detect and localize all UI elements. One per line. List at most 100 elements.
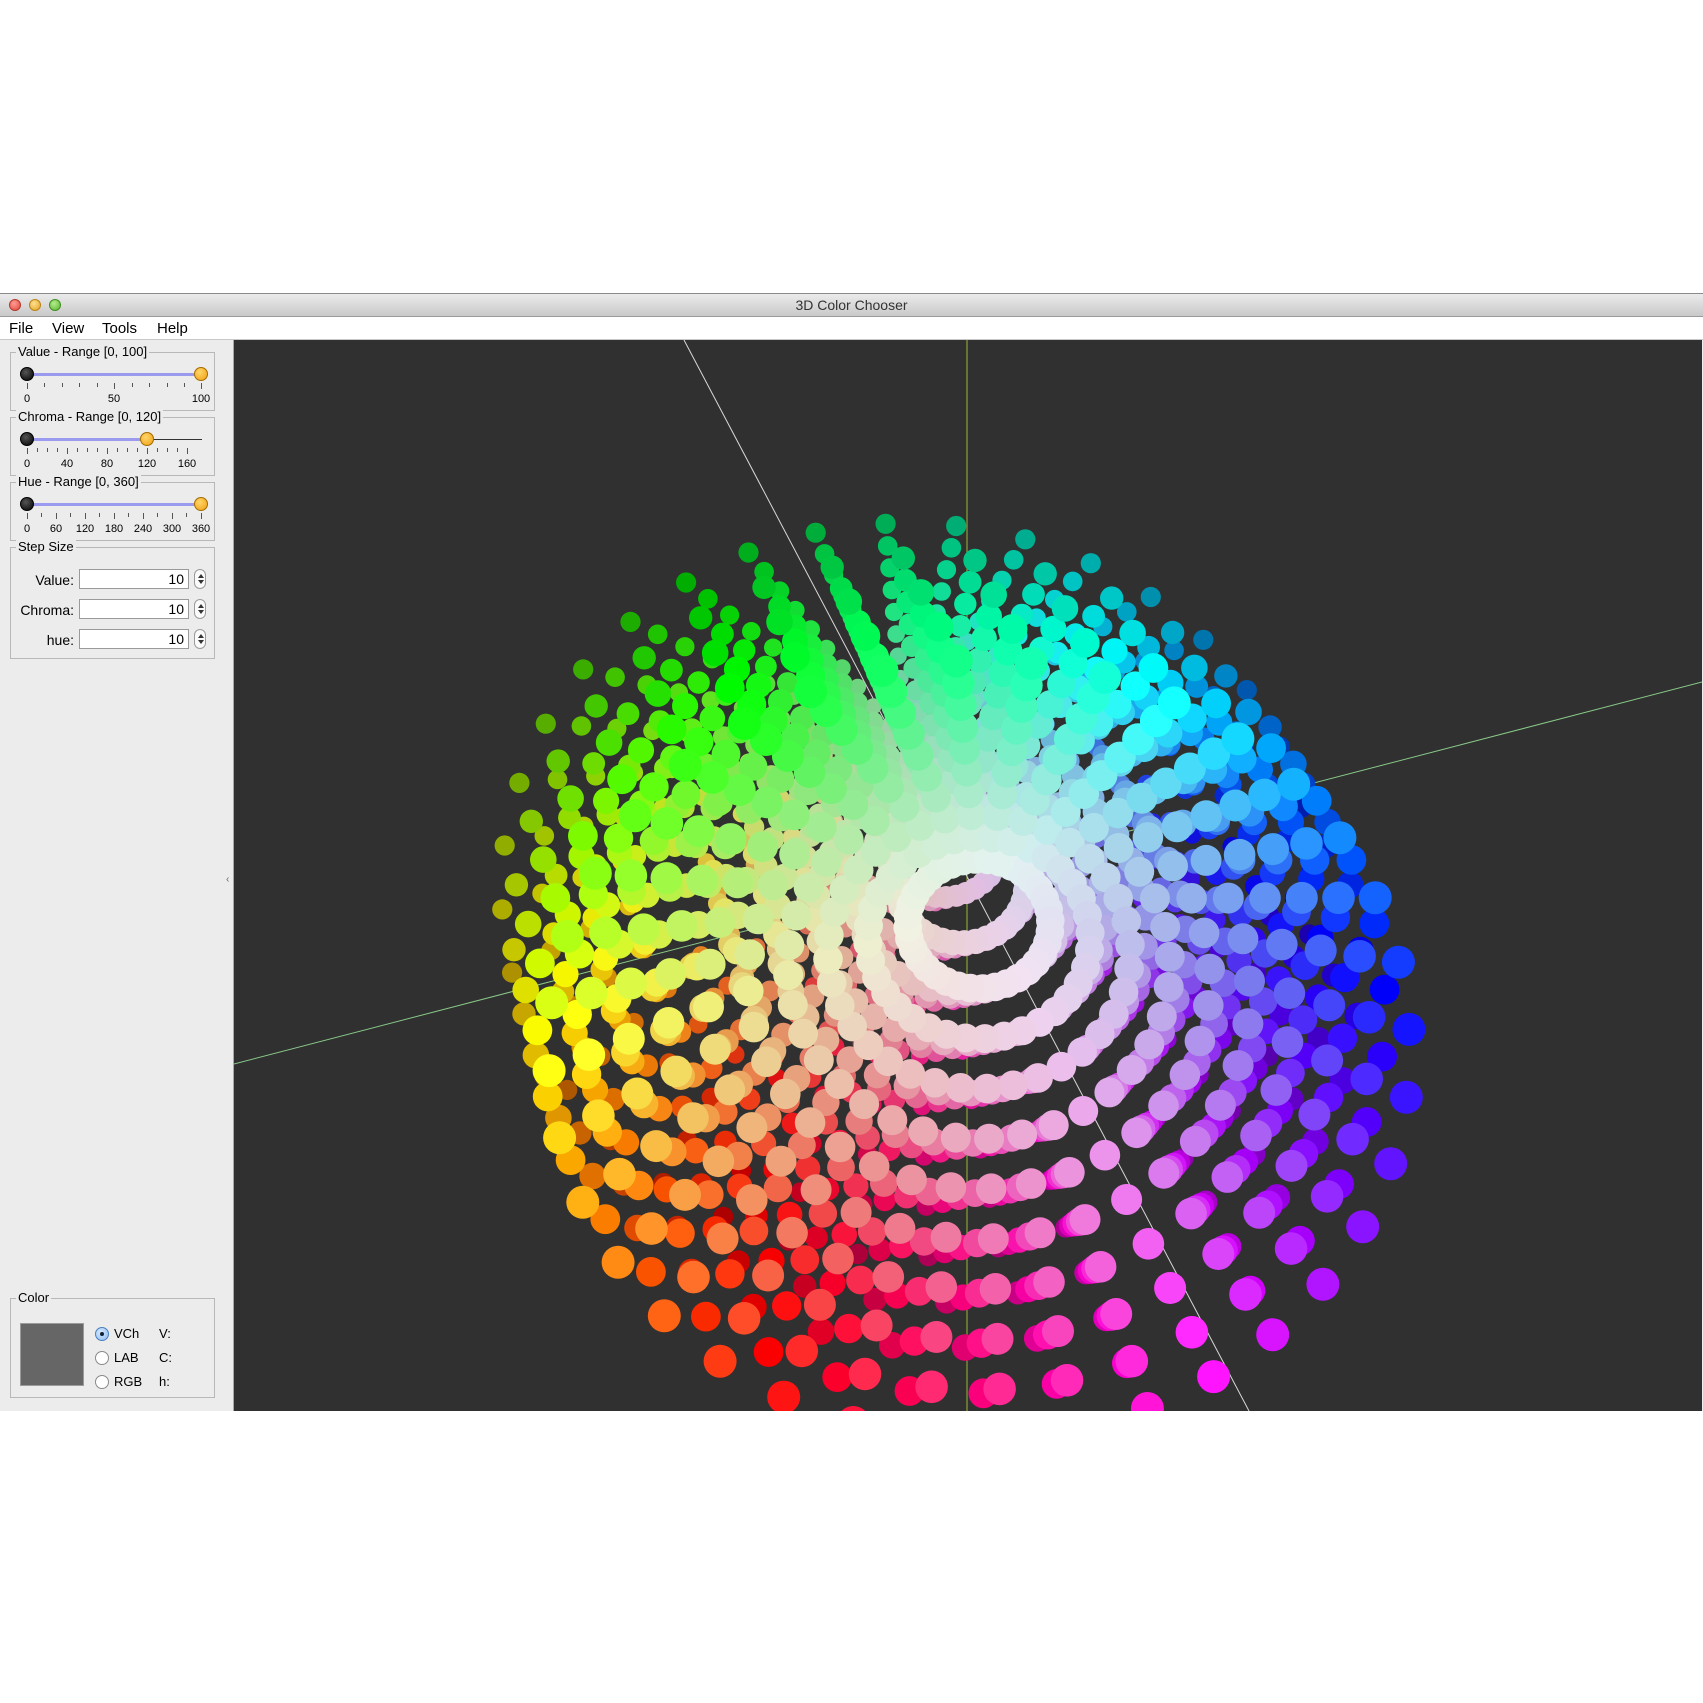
- color-sample-point[interactable]: [788, 1018, 819, 1049]
- color-sample-point[interactable]: [522, 1015, 553, 1046]
- color-sample-point[interactable]: [1148, 1090, 1179, 1121]
- color-sample-point[interactable]: [1179, 1125, 1211, 1157]
- color-sample-point[interactable]: [589, 916, 622, 950]
- color-sample-point[interactable]: [566, 1185, 600, 1219]
- color-sample-point[interactable]: [514, 910, 542, 938]
- color-sample-point[interactable]: [778, 799, 810, 831]
- color-sample-point[interactable]: [1082, 604, 1105, 628]
- color-sample-point[interactable]: [1274, 1232, 1308, 1265]
- color-sample-point[interactable]: [1273, 977, 1306, 1009]
- color-sample-point[interactable]: [981, 1322, 1014, 1355]
- color-sample-point[interactable]: [1050, 1364, 1084, 1397]
- color-sample-point[interactable]: [1227, 923, 1259, 955]
- chroma-track-rest[interactable]: [148, 439, 202, 440]
- color-sample-point[interactable]: [675, 637, 695, 657]
- color-sample-point[interactable]: [1235, 698, 1262, 726]
- color-sample-point[interactable]: [714, 673, 745, 704]
- color-sample-point[interactable]: [1352, 1001, 1386, 1034]
- color-sample-point[interactable]: [1221, 722, 1255, 756]
- color-sample-point[interactable]: [920, 1321, 953, 1353]
- color-sample-point[interactable]: [805, 1226, 828, 1249]
- color-sample-point[interactable]: [998, 1070, 1028, 1101]
- color-sample-point[interactable]: [543, 1121, 577, 1155]
- color-sample-point[interactable]: [1290, 827, 1323, 860]
- color-sample-point[interactable]: [698, 589, 718, 609]
- color-sample-point[interactable]: [650, 862, 683, 895]
- color-sample-point[interactable]: [975, 1173, 1007, 1204]
- menu-file[interactable]: File: [9, 320, 33, 337]
- color-sample-point[interactable]: [977, 1223, 1009, 1255]
- color-sample-point[interactable]: [1193, 629, 1214, 650]
- menu-tools[interactable]: Tools: [102, 320, 137, 337]
- color-sample-point[interactable]: [647, 1299, 681, 1333]
- color-sample-point[interactable]: [535, 986, 569, 1020]
- color-sample-point[interactable]: [940, 1122, 971, 1153]
- color-sample-point[interactable]: [941, 538, 962, 558]
- color-sample-point[interactable]: [1042, 1315, 1074, 1348]
- color-sample-point[interactable]: [620, 611, 641, 632]
- color-sample-point[interactable]: [1115, 1344, 1149, 1378]
- color-sample-point[interactable]: [1275, 1149, 1308, 1182]
- color-sample-point[interactable]: [1243, 1196, 1276, 1229]
- color-sample-point[interactable]: [582, 1099, 615, 1132]
- color-sample-point[interactable]: [736, 1112, 768, 1144]
- color-sample-point[interactable]: [742, 903, 774, 935]
- color-sample-point[interactable]: [582, 752, 606, 775]
- color-sample-point[interactable]: [512, 976, 539, 1004]
- color-sample-point[interactable]: [575, 976, 608, 1010]
- color-sample-point[interactable]: [872, 1261, 905, 1293]
- color-sample-point[interactable]: [1175, 1197, 1207, 1230]
- color-sample-point[interactable]: [1256, 733, 1286, 763]
- color-sample-point[interactable]: [640, 1130, 673, 1163]
- color-sample-point[interactable]: [530, 846, 557, 873]
- color-sample-point[interactable]: [1094, 1077, 1125, 1108]
- color-sample-point[interactable]: [704, 906, 736, 938]
- color-sample-point[interactable]: [665, 910, 698, 942]
- color-sample-point[interactable]: [699, 1033, 731, 1065]
- color-sample-point[interactable]: [614, 859, 648, 892]
- color-sample-point[interactable]: [1069, 628, 1100, 658]
- color-sample-point[interactable]: [694, 948, 726, 980]
- color-sample-point[interactable]: [1146, 1001, 1177, 1032]
- color-sample-point[interactable]: [1022, 583, 1045, 606]
- color-sample-point[interactable]: [1153, 972, 1184, 1002]
- color-sample-point[interactable]: [1103, 833, 1134, 863]
- color-sample-point[interactable]: [793, 872, 824, 903]
- color-sample-point[interactable]: [652, 1007, 685, 1039]
- color-sample-point[interactable]: [757, 869, 789, 901]
- color-sample-point[interactable]: [1240, 1119, 1272, 1152]
- color-sample-point[interactable]: [896, 1164, 927, 1196]
- color-sample-point[interactable]: [915, 1370, 948, 1404]
- color-sample-point[interactable]: [773, 960, 804, 991]
- color-sample-point[interactable]: [607, 764, 637, 795]
- color-sample-point[interactable]: [1069, 1204, 1101, 1236]
- color-sample-point[interactable]: [1323, 821, 1357, 855]
- color-sample-point[interactable]: [1181, 654, 1208, 682]
- color-sample-point[interactable]: [751, 786, 783, 819]
- color-sample-point[interactable]: [763, 1173, 793, 1203]
- value-range-track[interactable]: [27, 373, 201, 376]
- color-sample-point[interactable]: [492, 899, 513, 920]
- hue-low-thumb[interactable]: [20, 497, 34, 511]
- color-sample-point[interactable]: [1150, 912, 1181, 942]
- color-sample-point[interactable]: [1080, 553, 1101, 574]
- color-sample-point[interactable]: [1084, 1251, 1117, 1283]
- mode-vch-label[interactable]: VCh: [114, 1326, 139, 1341]
- color-sample-point[interactable]: [1089, 1139, 1121, 1171]
- color-sample-point[interactable]: [877, 1105, 908, 1136]
- color-sample-point[interactable]: [1138, 653, 1169, 683]
- 3d-color-viewport[interactable]: [234, 340, 1702, 1411]
- color-sample-point[interactable]: [1369, 974, 1400, 1005]
- color-sample-point[interactable]: [837, 1406, 870, 1411]
- color-sample-point[interactable]: [1015, 1168, 1047, 1199]
- color-sample-point[interactable]: [850, 621, 881, 651]
- color-sample-point[interactable]: [820, 555, 844, 579]
- color-sample-point[interactable]: [1154, 1272, 1187, 1304]
- color-sample-point[interactable]: [722, 867, 754, 899]
- color-sample-point[interactable]: [1204, 1089, 1236, 1121]
- color-sample-point[interactable]: [727, 1302, 761, 1335]
- color-sample-point[interactable]: [822, 1362, 853, 1392]
- color-sample-point[interactable]: [776, 1216, 808, 1249]
- color-sample-point[interactable]: [794, 675, 828, 708]
- color-sample-point[interactable]: [714, 823, 747, 855]
